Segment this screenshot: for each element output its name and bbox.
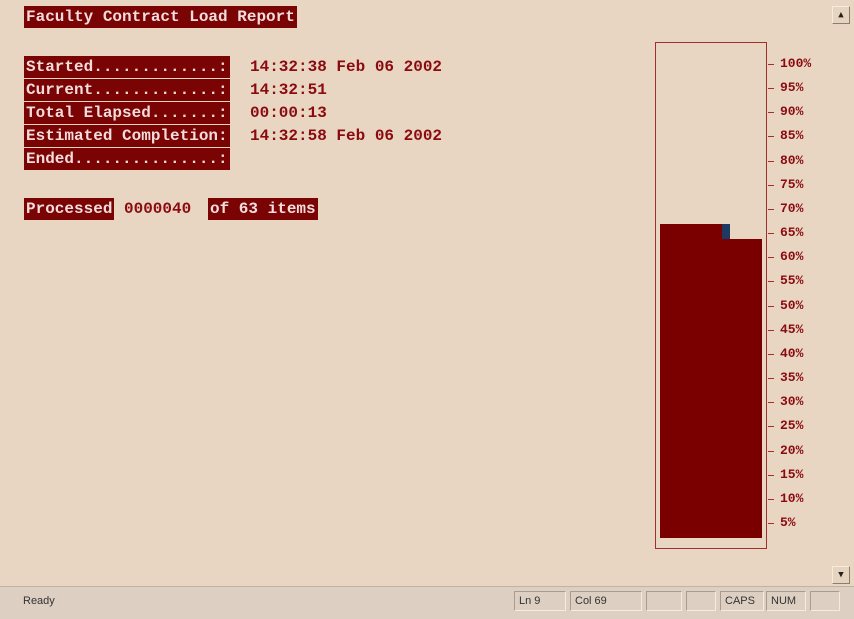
gauge-tick (768, 353, 774, 355)
status-caps: CAPS (720, 591, 764, 611)
gauge-tick-label: 70% (780, 200, 804, 216)
gauge-tick-label: 50% (780, 297, 804, 313)
status-line: Ln 9 (514, 591, 566, 611)
processed-label: Processed (24, 198, 115, 220)
terminal-screen: Faculty Contract Load Report Started....… (0, 0, 854, 619)
current-label: Current.............: (24, 79, 230, 101)
scroll-up-arrow-icon[interactable]: ▲ (832, 6, 850, 24)
gauge-scale: 100% 95% 90% 85% 80% 75% 70% 65% 60% 55% 50% 45% 40%… (768, 42, 828, 549)
gauge-tick-label: 35% (780, 370, 804, 386)
elapsed-label: Total Elapsed.......: (24, 102, 230, 124)
gauge-tick (768, 305, 774, 307)
gauge-tick (768, 281, 774, 283)
started-label: Started.............: (24, 56, 230, 78)
processed-count: 0000040 (124, 200, 192, 218)
gauge-tick-label: 40% (780, 345, 804, 361)
gauge-tick (768, 136, 774, 138)
gauge-tick-label: 95% (780, 80, 804, 96)
progress-fill-leading (660, 224, 722, 538)
gauge-tick-label: 30% (780, 394, 804, 410)
gauge-tick-label: 85% (780, 128, 804, 144)
progress-gauge (655, 42, 767, 549)
gauge-tick (768, 208, 774, 210)
gauge-tick-label: 5% (780, 515, 796, 530)
gauge-tick (768, 474, 774, 476)
status-column: Col 69 (570, 591, 642, 611)
gauge-tick (768, 160, 774, 162)
scroll-down-arrow-icon[interactable]: ▼ (832, 566, 850, 584)
ended-label: Ended...............: (24, 148, 230, 170)
gauge-tick-label: 75% (780, 176, 804, 192)
gauge-tick-label: 15% (780, 466, 804, 482)
gauge-tick-label: 65% (780, 225, 804, 241)
status-num: NUM (766, 591, 806, 611)
estimated-label: Estimated Completion: (24, 125, 230, 147)
gauge-tick (768, 426, 774, 428)
gauge-tick (768, 257, 774, 259)
gauge-tick-label: 25% (780, 418, 804, 434)
gauge-tick-label: 55% (780, 273, 804, 289)
status-blank-3 (810, 591, 840, 611)
report-title: Faculty Contract Load Report (24, 6, 297, 28)
gauge-tick (768, 378, 774, 380)
gauge-tick (768, 184, 774, 186)
gauge-tick (768, 329, 774, 331)
gauge-tick-label: 45% (780, 321, 804, 337)
status-message: Ready (23, 595, 55, 607)
gauge-tick-label: 60% (780, 249, 804, 265)
processed-suffix: of 63 items (208, 198, 318, 220)
gauge-tick (768, 523, 774, 524)
gauge-tick (768, 402, 774, 404)
gauge-tick (768, 64, 774, 65)
status-blank-2 (686, 591, 716, 611)
progress-marker (722, 224, 730, 239)
gauge-tick-label: 90% (780, 104, 804, 120)
gauge-tick (768, 233, 774, 235)
status-bar: Ready Ln 9 Col 69 CAPS NUM (0, 586, 854, 619)
gauge-tick (768, 498, 774, 500)
elapsed-value: 00:00:13 (250, 104, 327, 122)
current-value: 14:32:51 (250, 81, 327, 99)
gauge-tick (768, 112, 774, 114)
vertical-scrollbar[interactable]: ▲ ▼ (832, 6, 850, 584)
status-blank-1 (646, 591, 682, 611)
started-value: 14:32:38 Feb 06 2002 (250, 58, 443, 76)
gauge-tick-label: 10% (780, 490, 804, 506)
gauge-tick-label: 100% (780, 56, 812, 71)
gauge-tick-label: 20% (780, 442, 804, 458)
gauge-tick-label: 80% (780, 152, 804, 168)
estimated-value: 14:32:58 Feb 06 2002 (250, 127, 443, 145)
gauge-tick (768, 88, 774, 90)
gauge-tick (768, 450, 774, 452)
